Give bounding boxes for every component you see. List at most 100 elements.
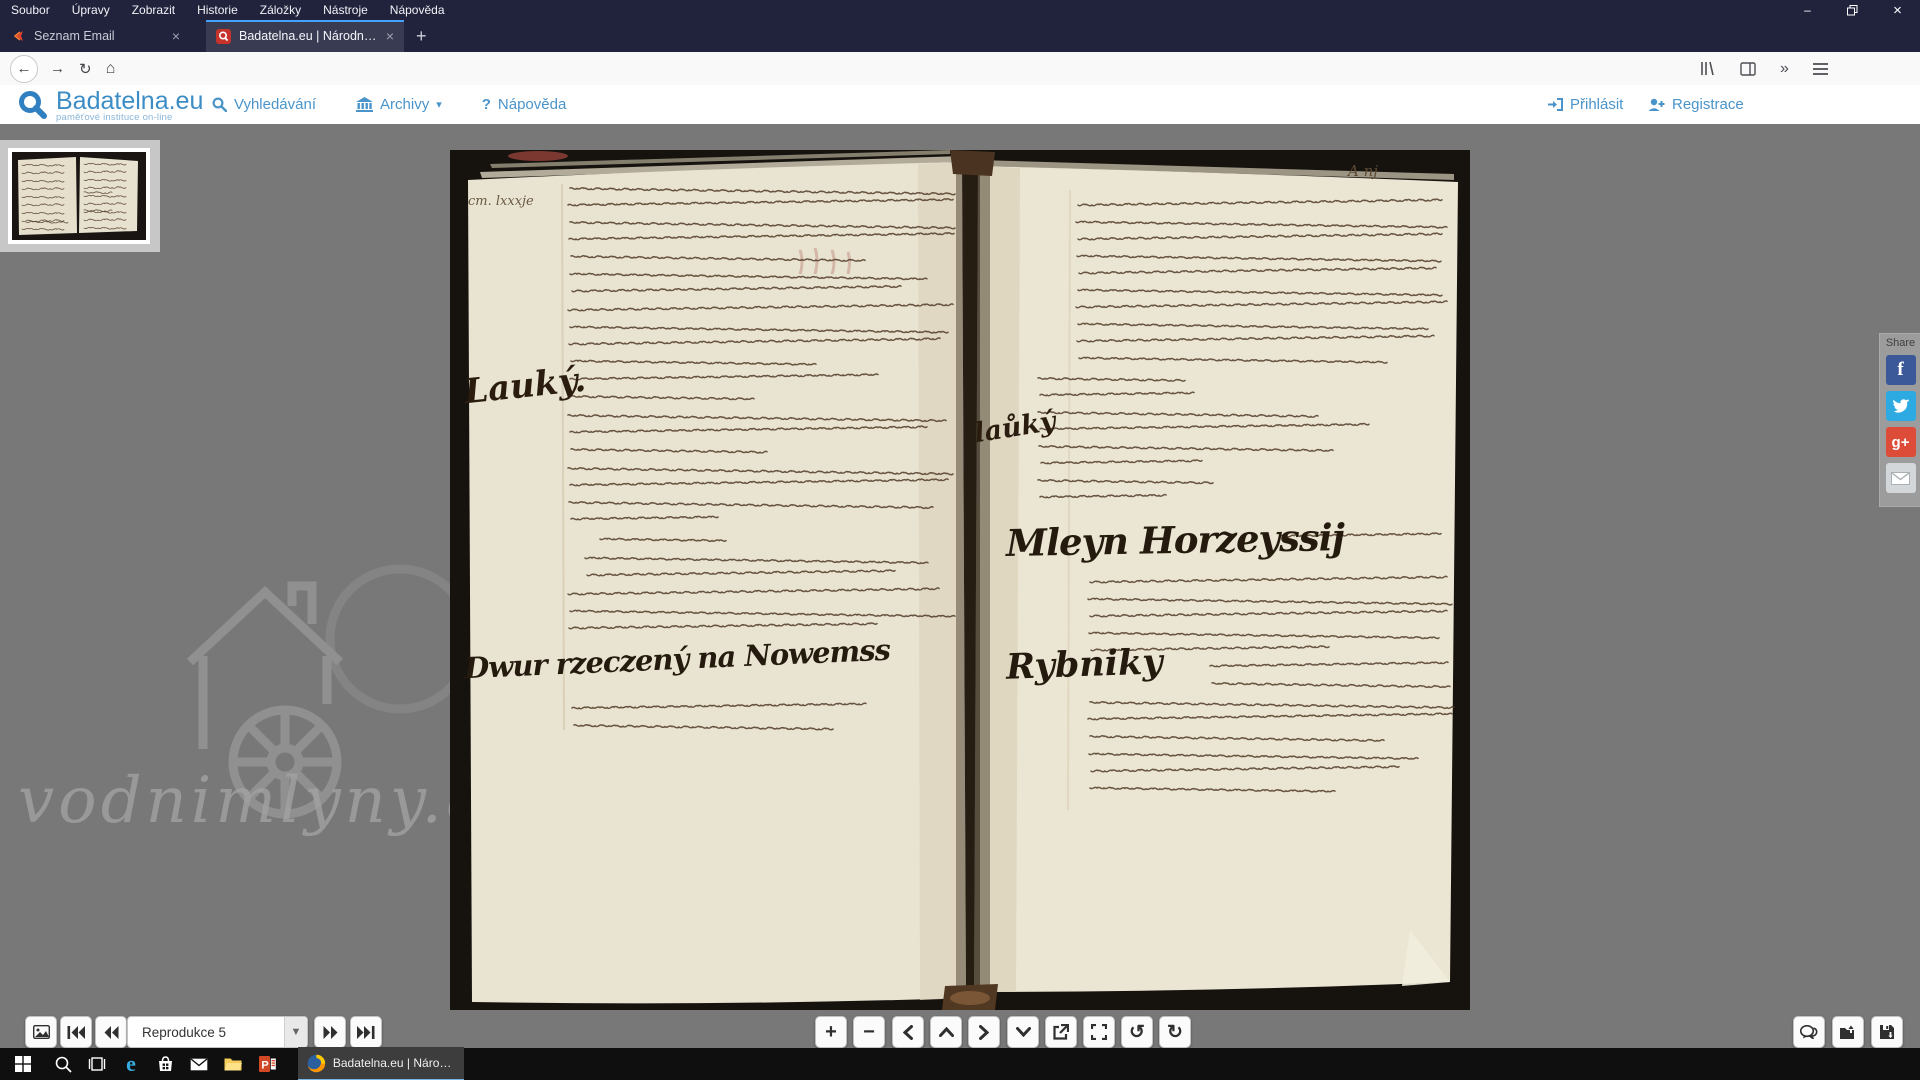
store-bag-icon (158, 1056, 173, 1072)
mail-app-button[interactable] (182, 1048, 216, 1080)
site-header: Badatelna.eu paměťové instituce on-line … (0, 85, 1920, 125)
fullscreen-button[interactable] (1083, 1016, 1115, 1048)
nav-help-link[interactable]: ? Nápověda (482, 96, 567, 113)
search-icon (55, 1056, 72, 1073)
reproduction-select-value: Reprodukce 5 (128, 1025, 284, 1040)
reload-icon[interactable]: ↻ (79, 60, 92, 78)
bank-icon (356, 97, 373, 112)
menu-upravy[interactable]: Úpravy (61, 0, 121, 20)
comments-button[interactable] (1793, 1016, 1825, 1048)
save-icon (1879, 1024, 1895, 1040)
last-page-button[interactable] (350, 1016, 382, 1048)
chevron-up-icon (939, 1027, 954, 1037)
window-controls: – × (1785, 0, 1920, 20)
hamburger-menu-icon[interactable] (1813, 63, 1828, 75)
site-brand-name: Badatelna.eu (56, 90, 203, 112)
first-page-button[interactable] (60, 1016, 92, 1048)
windows-logo-icon (15, 1056, 31, 1072)
close-icon[interactable]: × (1875, 0, 1920, 20)
zoom-out-button[interactable]: − (853, 1016, 885, 1048)
thumbnails-toggle-button[interactable] (25, 1016, 57, 1048)
back-icon[interactable]: ← (10, 55, 38, 83)
library-icon[interactable] (1700, 61, 1716, 76)
menu-soubor[interactable]: Soubor (0, 0, 61, 20)
pan-down-button[interactable] (1007, 1016, 1039, 1048)
zoom-in-button[interactable]: + (815, 1016, 847, 1048)
page-thumbnail[interactable] (8, 148, 150, 244)
login-link[interactable]: Přihlásit (1548, 96, 1623, 113)
minimize-icon[interactable]: – (1785, 0, 1830, 20)
powerpoint-icon: P (259, 1056, 276, 1072)
sidebar-toggle-icon[interactable] (1740, 62, 1756, 76)
rotate-ccw-button[interactable]: ↺ (1121, 1016, 1153, 1048)
tab-close-icon[interactable]: × (172, 28, 180, 44)
menu-historie[interactable]: Historie (186, 0, 249, 20)
taskbar-active-firefox[interactable]: Badatelna.eu | Národ... (298, 1047, 464, 1080)
menu-zalozky[interactable]: Záložky (249, 0, 312, 20)
menu-zobrazit[interactable]: Zobrazit (121, 0, 186, 20)
powerpoint-button[interactable]: P (250, 1048, 284, 1080)
folio-note-right: A nj (1348, 162, 1378, 180)
mail-icon (190, 1058, 208, 1071)
facebook-share-icon[interactable]: f (1886, 355, 1916, 385)
restore-icon[interactable] (1830, 0, 1875, 20)
overflow-menu-icon[interactable]: » (1780, 60, 1789, 78)
thumbnail-panel (0, 140, 160, 252)
menu-napoveda[interactable]: Nápověda (379, 0, 456, 20)
open-folder-button[interactable] (1832, 1016, 1864, 1048)
select-caret-icon: ▼ (284, 1017, 307, 1047)
pan-right-button[interactable] (968, 1016, 1000, 1048)
rotate-cw-button[interactable]: ↻ (1159, 1016, 1191, 1048)
forward-icon[interactable]: → (50, 60, 65, 77)
site-nav: Vyhledávání Archivy ▾ ? Nápověda (212, 85, 566, 124)
save-button[interactable] (1871, 1016, 1903, 1048)
desktop-screen: Soubor Úpravy Zobrazit Historie Záložky … (0, 0, 1920, 1080)
tab-badatelna[interactable]: Badatelna.eu | Národní archiv - × (206, 20, 404, 52)
site-logo[interactable]: Badatelna.eu paměťové instituce on-line (18, 90, 203, 123)
googleplus-share-icon[interactable]: g+ (1886, 427, 1916, 457)
tab-title: Seznam Email (34, 29, 164, 43)
share-label: Share (1880, 337, 1920, 349)
heading-rybniky: Rybniky (1005, 641, 1163, 687)
share-panel: Share f g+ (1879, 333, 1920, 507)
twitter-share-icon[interactable] (1886, 391, 1916, 421)
tab-bar: Seznam Email × Badatelna.eu | Národní ar… (0, 20, 1920, 52)
menu-nastroje[interactable]: Nástroje (312, 0, 379, 20)
manuscript-image[interactable]: cm. lxxxje Lauký. Dwur rzeczený na Nowem… (450, 150, 1470, 1010)
document-viewer: vodnimlyny.cz (0, 124, 1920, 1048)
svg-text:P: P (261, 1060, 268, 1072)
search-icon (212, 97, 227, 112)
edge-browser-button[interactable]: e (114, 1048, 148, 1080)
store-button[interactable] (148, 1048, 182, 1080)
previous-page-button[interactable] (95, 1016, 127, 1048)
badatelna-icon (216, 29, 231, 44)
task-view-button[interactable] (80, 1048, 114, 1080)
email-share-icon[interactable] (1886, 463, 1916, 493)
heading-mleyn: Mleyn Horzeyssij (1006, 515, 1345, 565)
first-page-icon (67, 1026, 85, 1039)
nav-search-link[interactable]: Vyhledávání (212, 96, 316, 113)
new-tab-icon[interactable]: + (404, 20, 439, 52)
file-explorer-button[interactable] (216, 1048, 250, 1080)
firefox-menu-bar: Soubor Úpravy Zobrazit Historie Záložky … (0, 0, 1920, 20)
open-in-new-button[interactable] (1045, 1016, 1077, 1048)
user-plus-icon (1648, 98, 1665, 112)
reproduction-select[interactable]: Reprodukce 5 ▼ (127, 1016, 308, 1048)
register-link[interactable]: Registrace (1648, 96, 1744, 113)
tab-seznam-email[interactable]: Seznam Email × (2, 20, 190, 52)
tab-close-icon[interactable]: × (386, 28, 394, 44)
sign-in-icon (1548, 98, 1563, 111)
seznam-icon (12, 29, 26, 43)
home-icon[interactable]: ⌂ (106, 60, 116, 78)
nav-archives-link[interactable]: Archivy ▾ (356, 96, 442, 113)
pan-up-button[interactable] (930, 1016, 962, 1048)
chevron-left-icon (903, 1025, 913, 1040)
start-button[interactable] (0, 1048, 46, 1080)
edge-icon: e (126, 1051, 136, 1077)
tab-title: Badatelna.eu | Národní archiv - (239, 29, 378, 43)
next-page-button[interactable] (314, 1016, 346, 1048)
taskbar-search-button[interactable] (46, 1048, 80, 1080)
toolbar-right-icons: » (1688, 60, 1840, 78)
pan-left-button[interactable] (892, 1016, 924, 1048)
folio-note-left: cm. lxxxje (468, 194, 534, 209)
